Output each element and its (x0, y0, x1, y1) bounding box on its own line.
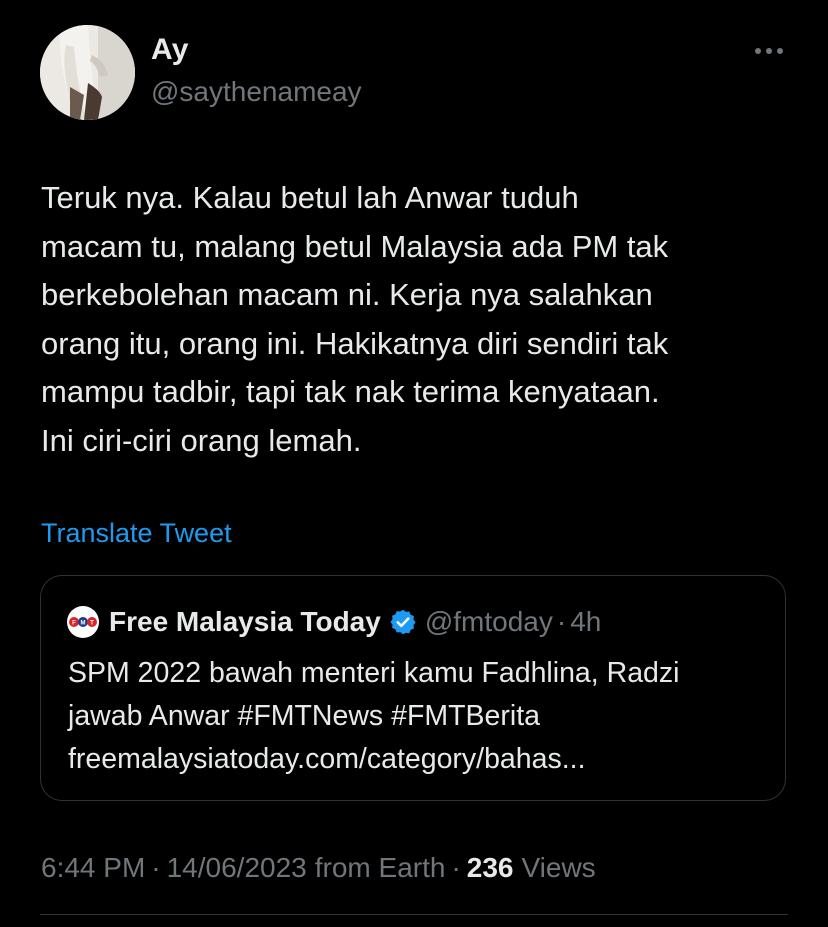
divider (40, 914, 788, 915)
quoted-tweet-header: F M T Free Malaysia Today @fmtoday · 4h (67, 606, 601, 638)
more-horizontal-icon (755, 48, 783, 54)
quoted-tweet-card[interactable]: F M T Free Malaysia Today @fmtoday · 4h … (40, 575, 786, 801)
tweet-meta-row: 6:44 PM · 14/06/2023 from Earth · 236 Vi… (41, 852, 596, 884)
tweet-source: from Earth (314, 852, 446, 883)
previous-tweet-sliver (110, 0, 610, 4)
avatar-image (40, 25, 135, 120)
meta-separator-2: · (451, 852, 461, 883)
fmt-logo-letter-f: F (72, 621, 76, 627)
verified-badge-icon (389, 608, 417, 636)
fmt-logo-letter-m: M (81, 621, 86, 627)
avatar[interactable] (40, 25, 135, 120)
author-display-name[interactable]: Ay (151, 33, 189, 67)
tweet-time[interactable]: 6:44 PM (41, 852, 145, 884)
views-label[interactable]: Views (522, 852, 596, 884)
views-count[interactable]: 236 (467, 852, 514, 884)
quoted-author-handle[interactable]: @fmtoday (425, 606, 553, 638)
quoted-tweet-text: SPM 2022 bawah menteri kamu Fadhlina, Ra… (68, 657, 680, 775)
fmt-logo-icon: F M T (67, 606, 99, 638)
meta-separator: · (151, 852, 161, 883)
quoted-separator: · (556, 606, 567, 637)
tweet-text: Teruk nya. Kalau betul lah Anwar tuduh m… (41, 180, 669, 458)
quoted-author-name[interactable]: Free Malaysia Today (109, 606, 381, 638)
fmt-logo-letter-t: T (90, 621, 94, 627)
author-handle[interactable]: @saythenameay (151, 76, 362, 108)
quoted-tweet-time[interactable]: 4h (570, 606, 601, 638)
translate-tweet-link[interactable]: Translate Tweet (41, 518, 232, 549)
tweet-date[interactable]: 14/06/2023 (167, 852, 307, 884)
more-options-button[interactable] (748, 36, 790, 66)
